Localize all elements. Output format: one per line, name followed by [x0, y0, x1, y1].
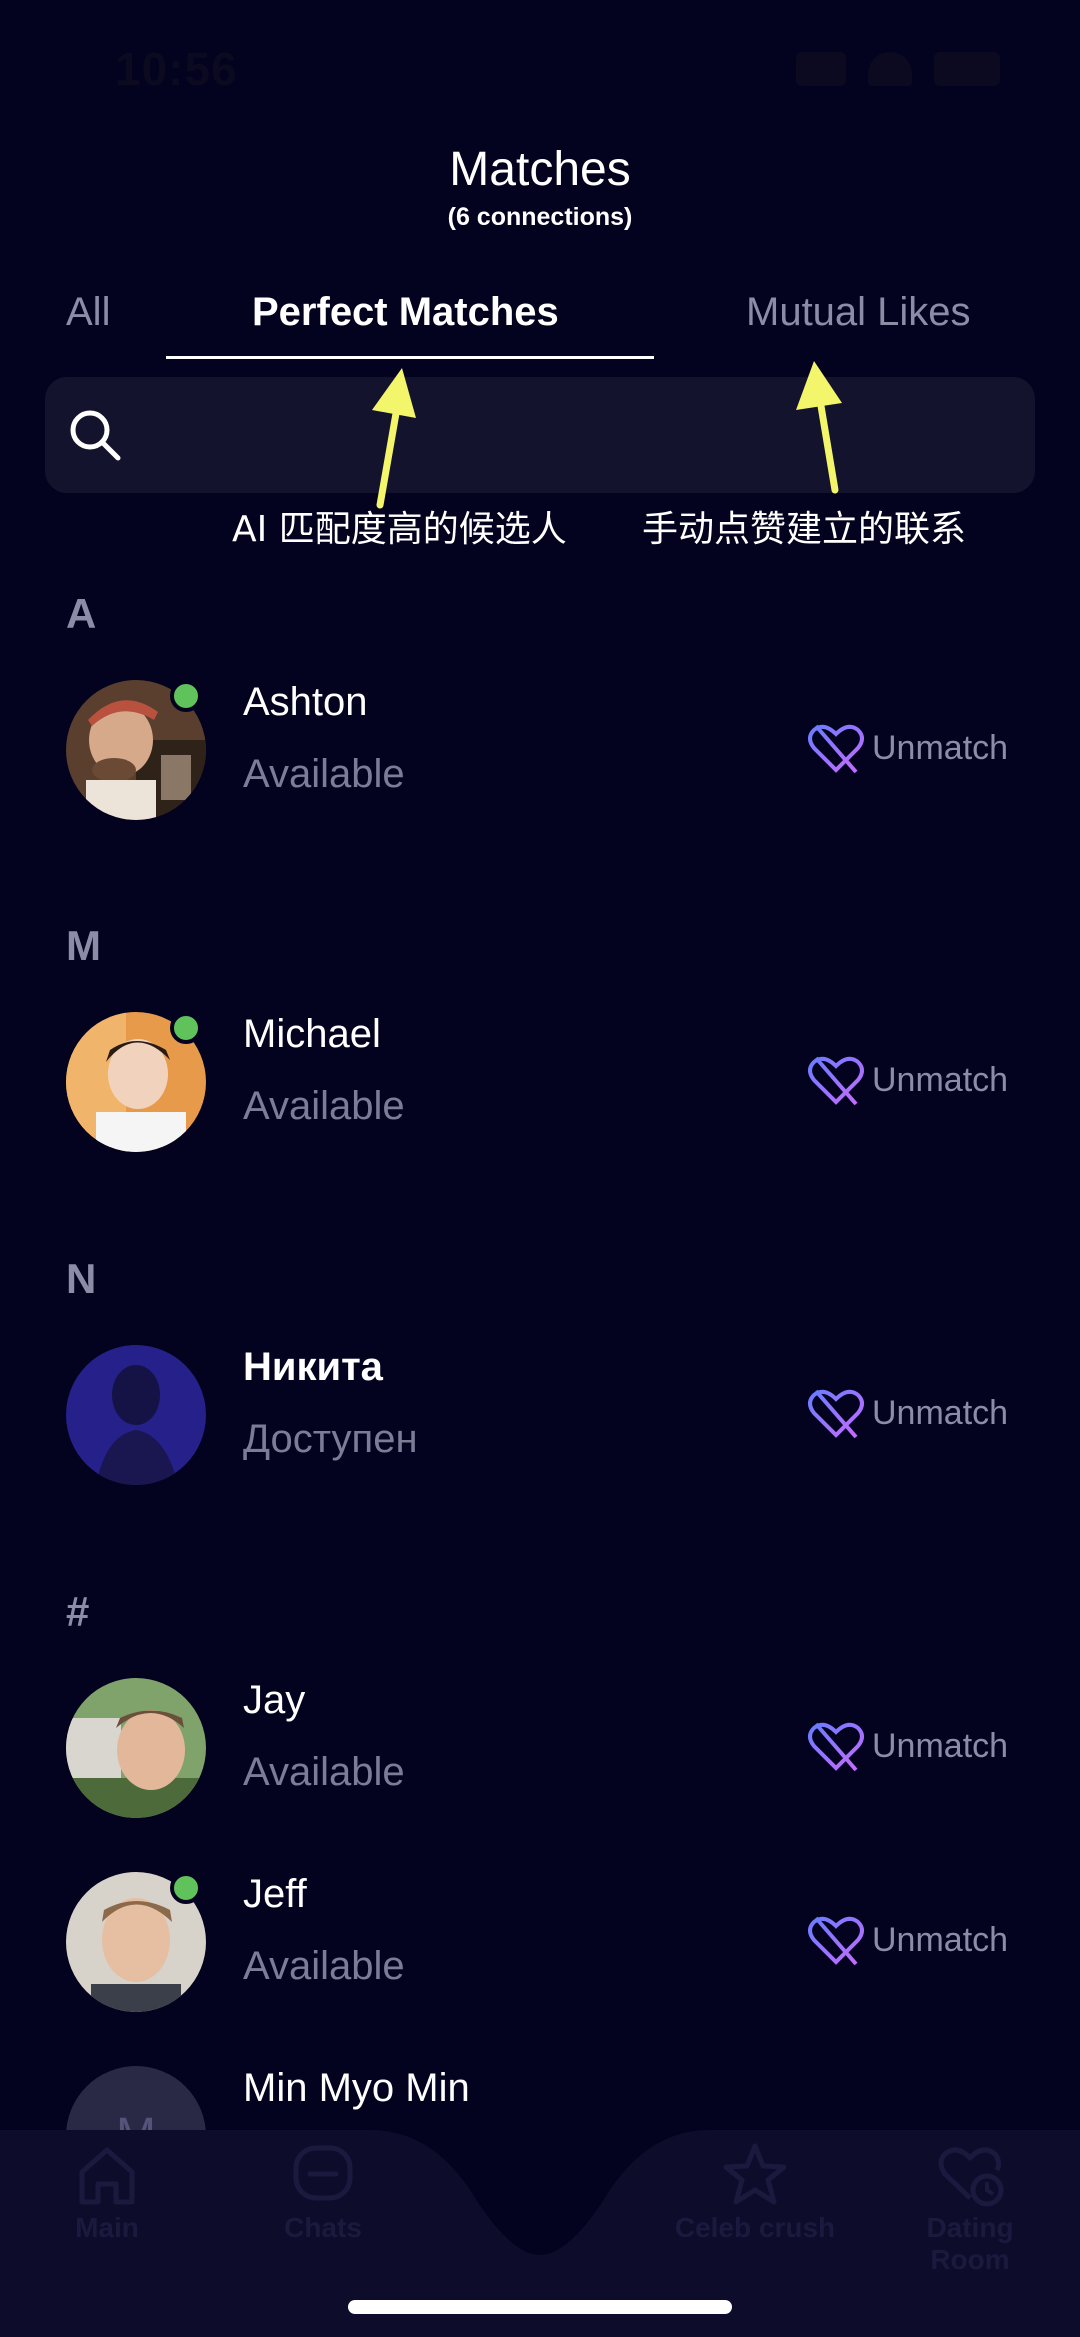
contact-name: Ashton — [243, 680, 368, 724]
unmatch-label: Unmatch — [872, 1920, 1009, 1959]
broken-heart-icon — [808, 1389, 864, 1439]
home-icon — [79, 2147, 135, 2205]
tab-all[interactable]: All — [66, 290, 110, 335]
online-indicator — [170, 680, 202, 712]
contact-status: Available — [243, 1750, 405, 1794]
contact-status: Available — [243, 752, 405, 796]
nav-label: Main — [75, 2212, 139, 2243]
broken-heart-icon — [808, 724, 864, 774]
contact-status: Available — [243, 1944, 405, 1988]
page-title: Matches — [449, 143, 631, 196]
unmatch-label: Unmatch — [872, 728, 1009, 767]
section-letter-m: M — [66, 922, 101, 969]
active-tab-indicator — [166, 356, 654, 359]
unmatch-button[interactable]: Unmatch — [806, 1912, 1008, 1968]
online-indicator — [170, 1872, 202, 1904]
section-letter-a: A — [66, 590, 97, 637]
tab-bar: All Perfect Matches Mutual Likes — [0, 290, 1080, 360]
signal-icon — [796, 52, 846, 86]
contact-row-ashton[interactable]: Ashton Available Unmatch — [0, 680, 1080, 820]
online-indicator — [170, 1012, 202, 1044]
search-bar[interactable] — [45, 377, 1035, 493]
unmatch-label: Unmatch — [872, 1726, 1009, 1765]
star-icon — [723, 2143, 787, 2205]
contact-row-jay[interactable]: Jay Available Unmatch — [0, 1678, 1080, 1818]
contact-name: Jay — [243, 1678, 306, 1722]
contact-name: Michael — [243, 1012, 381, 1056]
nav-celeb-crush[interactable]: Celeb crush — [670, 2140, 840, 2244]
unmatch-label: Unmatch — [872, 1393, 1009, 1432]
annotation-arrow-right — [796, 361, 842, 494]
nav-main[interactable]: Main — [22, 2140, 192, 2244]
annotation-perfect-matches: AI 匹配度高的候选人 — [232, 509, 567, 550]
search-icon — [70, 410, 121, 461]
contact-name: Никита — [243, 1345, 383, 1389]
nav-chats[interactable]: Chats — [238, 2140, 408, 2244]
nav-label: Celeb crush — [674, 2212, 836, 2243]
contact-name: Jeff — [243, 1872, 307, 1916]
unmatch-label: Unmatch — [872, 1060, 1009, 1099]
page-header: Matches (6 connections) — [0, 142, 1080, 232]
unmatch-button[interactable]: Unmatch — [806, 720, 1008, 776]
contact-status: Available — [243, 1084, 405, 1128]
section-letter-hash: # — [66, 1588, 90, 1635]
tab-mutual-likes[interactable]: Mutual Likes — [746, 290, 971, 335]
unmatch-button[interactable]: Unmatch — [806, 1385, 1008, 1441]
tab-perfect-matches[interactable]: Perfect Matches — [252, 290, 559, 335]
nav-dating-room[interactable]: Dating Room — [885, 2140, 1055, 2276]
avatar — [66, 1678, 206, 1818]
battery-icon — [934, 52, 1000, 86]
section-letter-n: N — [66, 1255, 97, 1302]
annotation-mutual-likes: 手动点赞建立的联系 — [642, 509, 967, 550]
contact-name: Min Myo Min — [243, 2066, 470, 2110]
contact-row-nikita[interactable]: Никита Доступен Unmatch — [0, 1345, 1080, 1485]
contact-status: Доступен — [243, 1417, 418, 1461]
status-time: 10:56 — [115, 43, 238, 95]
contact-row-jeff[interactable]: Jeff Available Unmatch — [0, 1872, 1080, 2012]
broken-heart-icon — [808, 1056, 864, 1106]
avatar — [66, 1345, 206, 1485]
home-indicator[interactable] — [348, 2300, 732, 2314]
broken-heart-icon — [808, 1722, 864, 1772]
unmatch-button[interactable]: Unmatch — [806, 1052, 1008, 1108]
connections-count: (6 connections) — [447, 203, 633, 231]
broken-heart-icon — [808, 1916, 864, 1966]
nav-label: Dating Room — [926, 2212, 1014, 2275]
status-bar: 10:56 — [0, 0, 1080, 140]
unmatch-button[interactable]: Unmatch — [806, 1718, 1008, 1774]
contact-row-michael[interactable]: Michael Available Unmatch — [0, 1012, 1080, 1152]
wifi-icon — [868, 52, 912, 86]
status-icons — [796, 52, 1000, 86]
nav-label: Chats — [284, 2212, 362, 2243]
annotation-arrow-left — [372, 368, 416, 509]
heart-clock-icon — [938, 2147, 1004, 2207]
chat-icon — [293, 2145, 353, 2201]
